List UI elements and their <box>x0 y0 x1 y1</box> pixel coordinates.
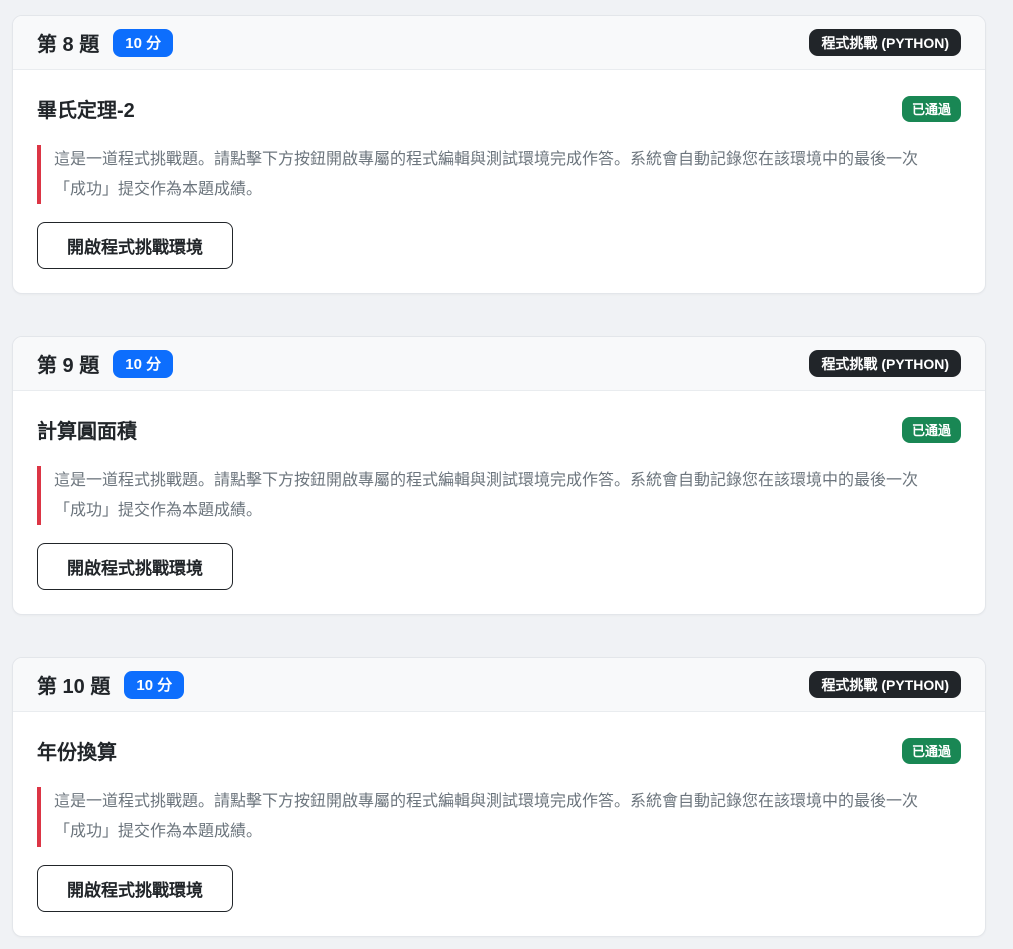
passed-status-badge: 已通過 <box>902 738 961 764</box>
question-card-header: 第 9 題 10 分 程式挑戰 (PYTHON) <box>13 337 985 391</box>
question-number: 第 10 題 <box>37 670 110 699</box>
question-header-left: 第 8 題 10 分 <box>37 28 173 57</box>
question-header-left: 第 10 題 10 分 <box>37 670 184 699</box>
question-card-10: 第 10 題 10 分 程式挑戰 (PYTHON) 年份換算 已通過 這是一道程… <box>12 657 986 936</box>
passed-status-badge: 已通過 <box>902 417 961 443</box>
question-title: 年份換算 <box>37 736 117 765</box>
points-badge: 10 分 <box>113 29 173 57</box>
points-badge: 10 分 <box>113 350 173 378</box>
instruction-quote: 這是一道程式挑戰題。請點擊下方按鈕開啟專屬的程式編輯與測試環境完成作答。系統會自… <box>37 787 949 846</box>
question-title: 畢氏定理-2 <box>37 94 135 123</box>
question-card-9: 第 9 題 10 分 程式挑戰 (PYTHON) 計算圓面積 已通過 這是一道程… <box>12 336 986 615</box>
open-challenge-env-button[interactable]: 開啟程式挑戰環境 <box>37 865 233 912</box>
open-challenge-env-button[interactable]: 開啟程式挑戰環境 <box>37 222 233 269</box>
question-title-row: 計算圓面積 已通過 <box>37 415 961 444</box>
passed-status-badge: 已通過 <box>902 96 961 122</box>
question-card-body: 年份換算 已通過 這是一道程式挑戰題。請點擊下方按鈕開啟專屬的程式編輯與測試環境… <box>13 712 985 935</box>
question-card-body: 畢氏定理-2 已通過 這是一道程式挑戰題。請點擊下方按鈕開啟專屬的程式編輯與測試… <box>13 70 985 293</box>
question-type-badge: 程式挑戰 (PYTHON) <box>809 29 961 56</box>
question-list-page: 第 8 題 10 分 程式挑戰 (PYTHON) 畢氏定理-2 已通過 這是一道… <box>0 0 1013 949</box>
question-card-8: 第 8 題 10 分 程式挑戰 (PYTHON) 畢氏定理-2 已通過 這是一道… <box>12 15 986 294</box>
instruction-quote: 這是一道程式挑戰題。請點擊下方按鈕開啟專屬的程式編輯與測試環境完成作答。系統會自… <box>37 466 949 525</box>
question-number: 第 9 題 <box>37 349 99 378</box>
instruction-quote: 這是一道程式挑戰題。請點擊下方按鈕開啟專屬的程式編輯與測試環境完成作答。系統會自… <box>37 145 949 204</box>
question-title-row: 畢氏定理-2 已通過 <box>37 94 961 123</box>
question-title-row: 年份換算 已通過 <box>37 736 961 765</box>
question-type-badge: 程式挑戰 (PYTHON) <box>809 671 961 698</box>
question-number: 第 8 題 <box>37 28 99 57</box>
open-challenge-env-button[interactable]: 開啟程式挑戰環境 <box>37 543 233 590</box>
question-type-badge: 程式挑戰 (PYTHON) <box>809 350 961 377</box>
question-card-header: 第 8 題 10 分 程式挑戰 (PYTHON) <box>13 16 985 70</box>
points-badge: 10 分 <box>124 671 184 699</box>
question-card-header: 第 10 題 10 分 程式挑戰 (PYTHON) <box>13 658 985 712</box>
question-header-left: 第 9 題 10 分 <box>37 349 173 378</box>
question-title: 計算圓面積 <box>37 415 137 444</box>
question-card-body: 計算圓面積 已通過 這是一道程式挑戰題。請點擊下方按鈕開啟專屬的程式編輯與測試環… <box>13 391 985 614</box>
